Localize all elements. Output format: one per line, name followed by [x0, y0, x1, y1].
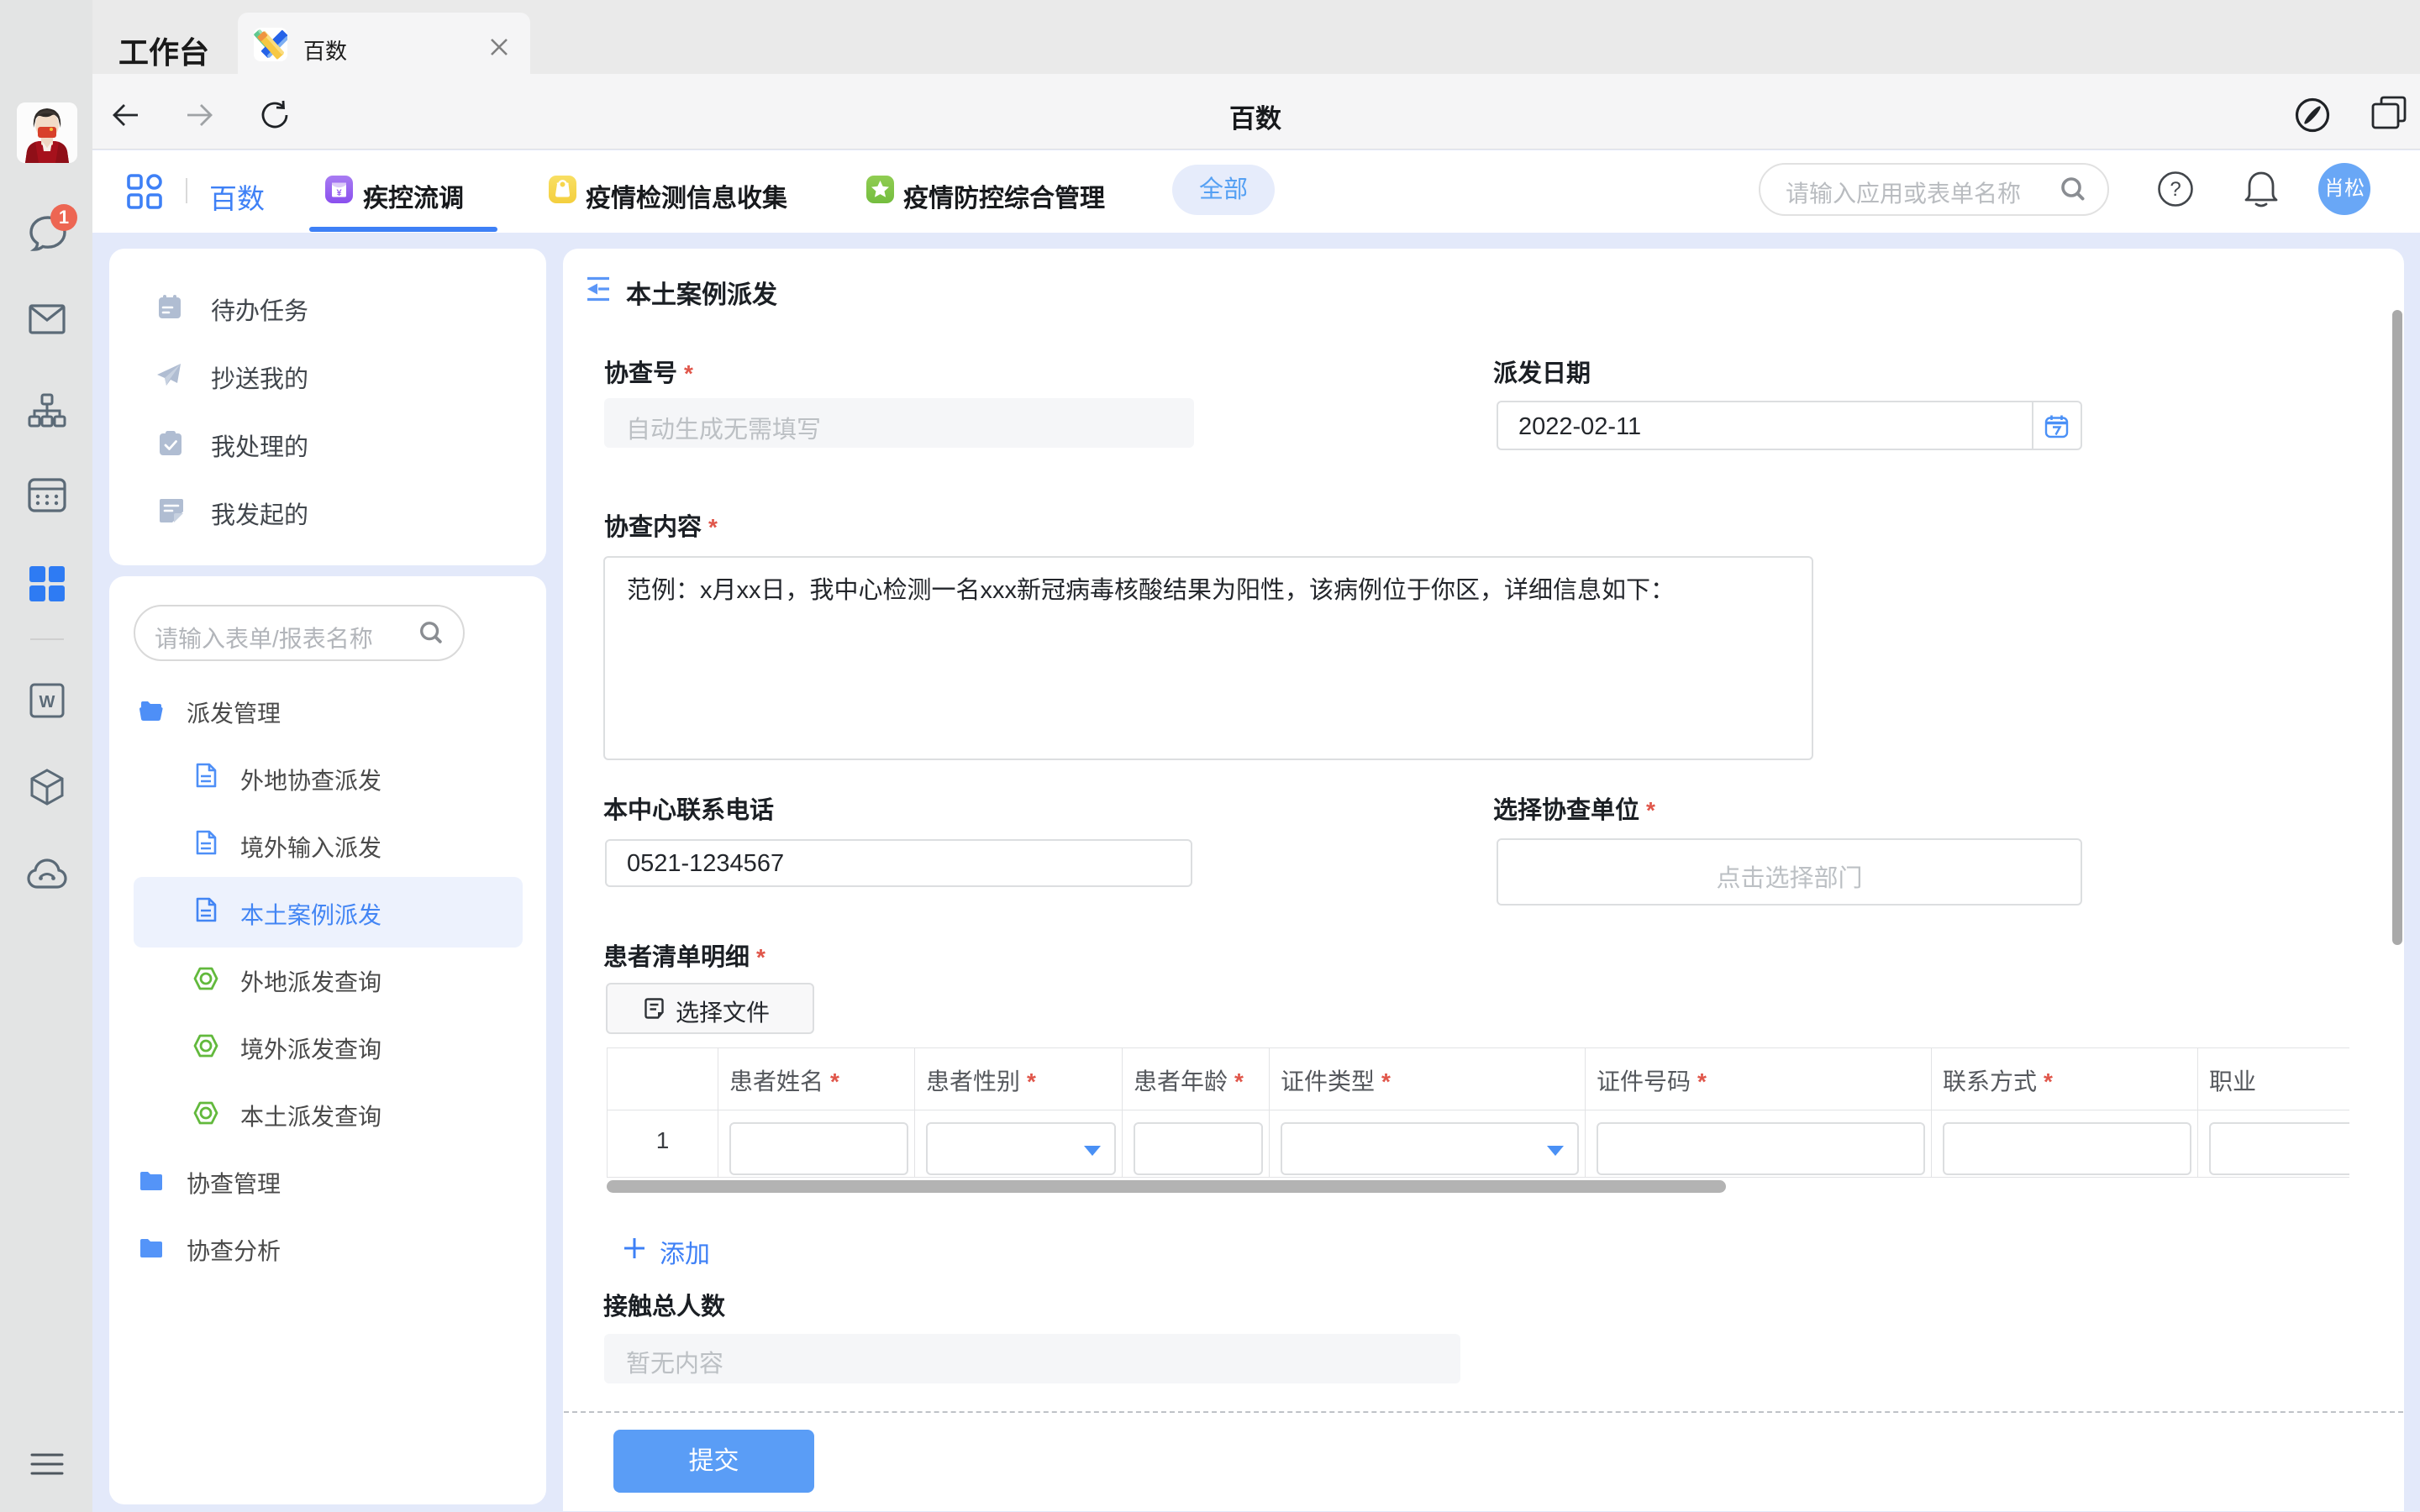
svg-text:?: ? [2170, 178, 2181, 201]
svg-text:W: W [39, 693, 55, 711]
svg-text:¥: ¥ [336, 188, 342, 198]
